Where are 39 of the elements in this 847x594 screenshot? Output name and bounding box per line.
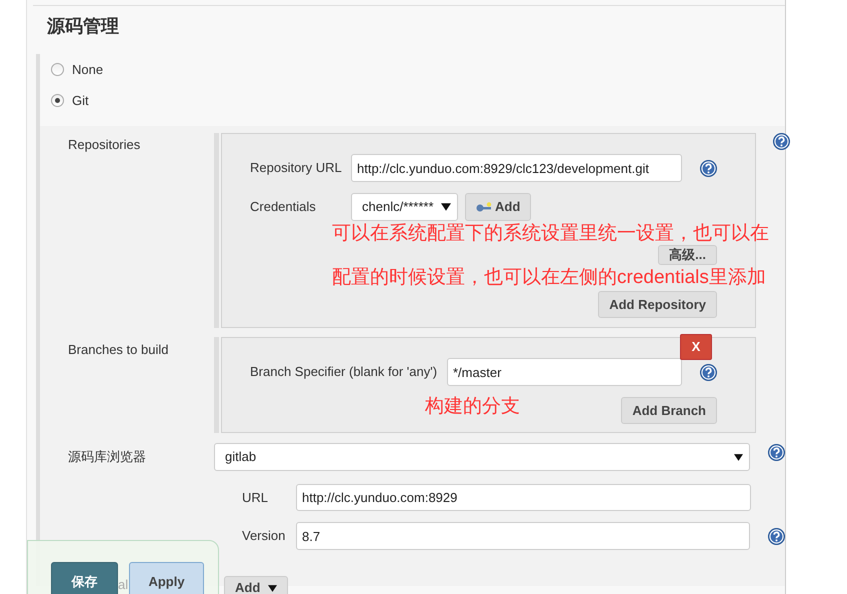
caret-icon [441,203,451,211]
branch-field[interactable]: */master [447,358,682,386]
field-label: Branch Specifier (blank for 'any') [250,363,438,382]
field-label: 源码库浏览器 [68,448,146,466]
apply-button[interactable]: Apply [129,562,204,594]
field-label: Branches to build [68,341,168,359]
annotation-text: 配置的时候设置，也可以在左侧的credentials里添加 [332,267,766,288]
radio-label: Git [72,92,89,110]
advanced-button[interactable]: 高级... [658,245,717,265]
field-label: URL [242,488,270,507]
section-title: 源码管理 [47,15,120,39]
version-field[interactable]: 8.7 [296,522,750,550]
annotation-text: 可以在系统配置下的系统设置里统一设置，也可以在 [332,223,769,244]
field-label: Repositories [68,136,140,154]
radio-button[interactable] [51,63,64,76]
radio-label: None [72,60,104,79]
credentials-select[interactable]: chenlc/****** [351,193,458,221]
help-icon[interactable] [773,133,790,150]
url-field[interactable]: http://clc.yunduo.com:8929 [296,484,751,511]
help-icon[interactable] [700,364,717,380]
field-label: Credentials [250,198,317,216]
save-button[interactable]: 保存 [51,562,118,594]
help-icon[interactable] [700,160,717,176]
field-label: Version [242,527,286,546]
add-button[interactable]: Add [465,193,532,221]
url-field[interactable]: http://clc.yunduo.com:8929/clc123/development.git [351,154,682,182]
caret-icon [734,454,743,460]
repository-browser-select[interactable]: gitlab [214,443,750,471]
add-dropdown-button[interactable]: Add [224,576,288,594]
field-label: al [118,576,128,594]
key-icon [476,202,492,212]
help-icon[interactable] [768,528,785,544]
field-label: Repository URL [250,159,343,178]
delete-button[interactable]: X [680,334,712,360]
add-branch-button[interactable]: Add Branch [621,397,717,424]
annotation-text: 构建的分支 [425,395,520,420]
help-icon[interactable] [768,444,785,461]
add-repository-button[interactable]: Add Repository [598,291,717,318]
radio-button[interactable] [51,94,64,107]
